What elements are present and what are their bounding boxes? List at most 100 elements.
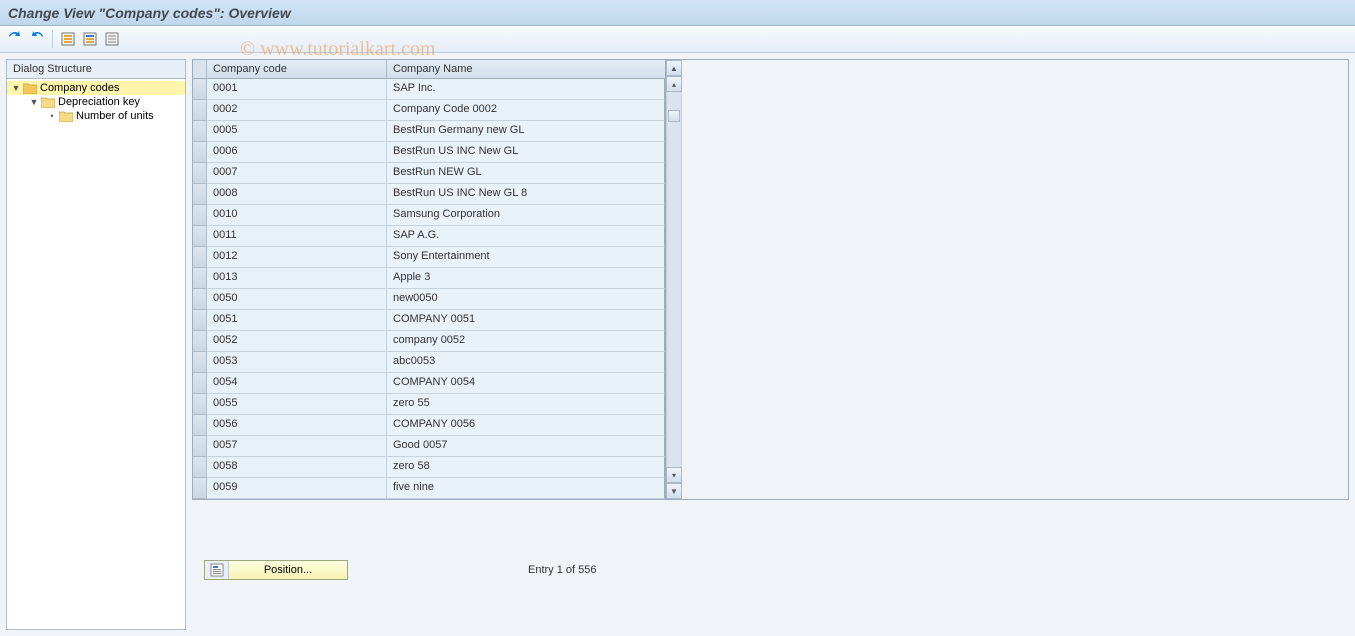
row-selector[interactable]	[193, 415, 207, 436]
row-selector[interactable]	[193, 373, 207, 394]
cell-company-name[interactable]: Good 0057	[387, 436, 665, 457]
cell-company-code[interactable]: 0059	[207, 478, 387, 499]
undo-icon[interactable]	[28, 30, 46, 48]
row-selector[interactable]	[193, 310, 207, 331]
cell-company-code[interactable]: 0056	[207, 415, 387, 436]
table-row[interactable]: 0057Good 0057	[193, 436, 665, 457]
table-row[interactable]: 0005BestRun Germany new GL	[193, 121, 665, 142]
row-selector[interactable]	[193, 394, 207, 415]
cell-company-name[interactable]: BestRun US INC New GL	[387, 142, 665, 163]
row-selector[interactable]	[193, 163, 207, 184]
cell-company-name[interactable]: zero 58	[387, 457, 665, 478]
cell-company-code[interactable]: 0054	[207, 373, 387, 394]
position-button[interactable]: Position...	[204, 560, 348, 580]
cell-company-code[interactable]: 0008	[207, 184, 387, 205]
scroll-thumb[interactable]	[668, 110, 680, 122]
cell-company-name[interactable]: new0050	[387, 289, 665, 310]
table-row[interactable]: 0059five nine	[193, 478, 665, 499]
table-row[interactable]: 0050new0050	[193, 289, 665, 310]
table-row[interactable]: 0007BestRun NEW GL	[193, 163, 665, 184]
cell-company-code[interactable]: 0051	[207, 310, 387, 331]
tree-item-number-of-units[interactable]: •Number of units	[7, 109, 185, 123]
cell-company-code[interactable]: 0006	[207, 142, 387, 163]
cell-company-code[interactable]: 0010	[207, 205, 387, 226]
table-row[interactable]: 0008BestRun US INC New GL 8	[193, 184, 665, 205]
cell-company-name[interactable]: BestRun NEW GL	[387, 163, 665, 184]
scroll-up-step-icon[interactable]: ▴	[666, 76, 682, 92]
row-selector[interactable]	[193, 226, 207, 247]
cell-company-code[interactable]: 0058	[207, 457, 387, 478]
table-row[interactable]: 0012Sony Entertainment	[193, 247, 665, 268]
table-row[interactable]: 0002Company Code 0002	[193, 100, 665, 121]
scroll-up-icon[interactable]: ▲	[666, 60, 682, 76]
cell-company-name[interactable]: Apple 3	[387, 268, 665, 289]
scroll-down-icon[interactable]: ▼	[666, 483, 682, 499]
cell-company-code[interactable]: 0057	[207, 436, 387, 457]
row-selector[interactable]	[193, 436, 207, 457]
cell-company-code[interactable]: 0055	[207, 394, 387, 415]
cell-company-name[interactable]: SAP Inc.	[387, 79, 665, 100]
row-selector[interactable]	[193, 289, 207, 310]
expand-toggle-icon[interactable]: ▼	[11, 83, 21, 93]
select-all-column[interactable]	[193, 60, 207, 79]
table-row[interactable]: 0010Samsung Corporation	[193, 205, 665, 226]
row-selector[interactable]	[193, 142, 207, 163]
column-company-code[interactable]: Company code	[207, 60, 387, 79]
cell-company-name[interactable]: Samsung Corporation	[387, 205, 665, 226]
scroll-down-step-icon[interactable]: ▾	[666, 467, 682, 483]
table-row[interactable]: 0052company 0052	[193, 331, 665, 352]
deselect-all-icon[interactable]	[103, 30, 121, 48]
tree-item-company-codes[interactable]: ▼Company codes	[7, 81, 185, 95]
row-selector[interactable]	[193, 457, 207, 478]
cell-company-name[interactable]: COMPANY 0054	[387, 373, 665, 394]
cell-company-name[interactable]: company 0052	[387, 331, 665, 352]
cell-company-name[interactable]: COMPANY 0051	[387, 310, 665, 331]
cell-company-code[interactable]: 0007	[207, 163, 387, 184]
table-row[interactable]: 0058zero 58	[193, 457, 665, 478]
cell-company-name[interactable]: Company Code 0002	[387, 100, 665, 121]
column-company-name[interactable]: Company Name	[387, 60, 665, 79]
row-selector[interactable]	[193, 184, 207, 205]
table-row[interactable]: 0056COMPANY 0056	[193, 415, 665, 436]
cell-company-name[interactable]: BestRun US INC New GL 8	[387, 184, 665, 205]
cell-company-name[interactable]: abc0053	[387, 352, 665, 373]
row-selector[interactable]	[193, 121, 207, 142]
cell-company-name[interactable]: five nine	[387, 478, 665, 499]
table-row[interactable]: 0051COMPANY 0051	[193, 310, 665, 331]
table-row[interactable]: 0011SAP A.G.	[193, 226, 665, 247]
cell-company-name[interactable]: zero 55	[387, 394, 665, 415]
cell-company-name[interactable]: Sony Entertainment	[387, 247, 665, 268]
row-selector[interactable]	[193, 205, 207, 226]
cell-company-code[interactable]: 0053	[207, 352, 387, 373]
table-row[interactable]: 0006BestRun US INC New GL	[193, 142, 665, 163]
cell-company-code[interactable]: 0013	[207, 268, 387, 289]
cell-company-code[interactable]: 0011	[207, 226, 387, 247]
cell-company-name[interactable]: COMPANY 0056	[387, 415, 665, 436]
cell-company-code[interactable]: 0050	[207, 289, 387, 310]
select-all-icon[interactable]	[59, 30, 77, 48]
table-row[interactable]: 0013Apple 3	[193, 268, 665, 289]
cell-company-code[interactable]: 0002	[207, 100, 387, 121]
cell-company-name[interactable]: SAP A.G.	[387, 226, 665, 247]
cell-company-code[interactable]: 0052	[207, 331, 387, 352]
table-vertical-scrollbar[interactable]: ▲ ▴ ▾ ▼	[666, 60, 682, 499]
cell-company-code[interactable]: 0001	[207, 79, 387, 100]
row-selector[interactable]	[193, 247, 207, 268]
table-row[interactable]: 0001SAP Inc.	[193, 79, 665, 100]
row-selector[interactable]	[193, 352, 207, 373]
row-selector[interactable]	[193, 478, 207, 499]
expand-toggle-icon[interactable]: ▼	[29, 97, 39, 107]
change-display-icon[interactable]	[6, 30, 24, 48]
row-selector[interactable]	[193, 100, 207, 121]
cell-company-name[interactable]: BestRun Germany new GL	[387, 121, 665, 142]
row-selector[interactable]	[193, 268, 207, 289]
tree-item-depreciation-key[interactable]: ▼Depreciation key	[7, 95, 185, 109]
select-block-icon[interactable]	[81, 30, 99, 48]
table-row[interactable]: 0055zero 55	[193, 394, 665, 415]
cell-company-code[interactable]: 0005	[207, 121, 387, 142]
scroll-track[interactable]	[666, 92, 682, 467]
row-selector[interactable]	[193, 79, 207, 100]
table-row[interactable]: 0053abc0053	[193, 352, 665, 373]
cell-company-code[interactable]: 0012	[207, 247, 387, 268]
table-row[interactable]: 0054COMPANY 0054	[193, 373, 665, 394]
